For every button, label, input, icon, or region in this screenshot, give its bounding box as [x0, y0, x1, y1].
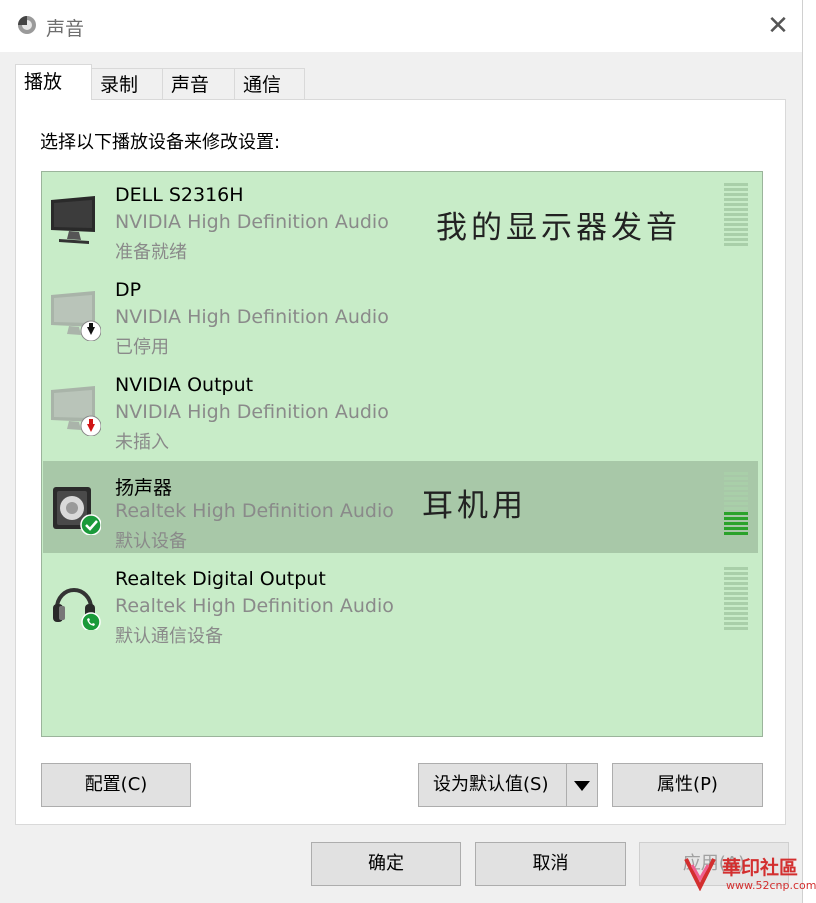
- device-item-dp[interactable]: DP NVIDIA High Definition Audio 已停用: [43, 267, 758, 359]
- set-default-label: 设为默认值(S): [433, 774, 549, 795]
- annotation-headphones: 耳机用: [422, 488, 527, 524]
- chevron-down-icon[interactable]: [566, 764, 597, 806]
- headphones-icon: [53, 588, 101, 630]
- device-status: 已停用: [115, 337, 169, 358]
- monitor-disabled-icon: [51, 291, 101, 341]
- device-name: 扬声器: [115, 477, 173, 499]
- device-name: Realtek Digital Output: [115, 568, 326, 590]
- device-status: 默认设备: [115, 531, 187, 552]
- tab-communications[interactable]: 通信: [234, 68, 305, 100]
- device-name: DP: [115, 279, 142, 301]
- volume-meter: [724, 567, 748, 633]
- annotation-monitor: 我的显示器发音: [436, 210, 681, 246]
- instruction-text: 选择以下播放设备来修改设置:: [40, 132, 281, 153]
- device-name: DELL S2316H: [115, 184, 244, 206]
- volume-meter: [724, 183, 748, 249]
- device-driver: NVIDIA High Definition Audio: [115, 306, 389, 328]
- monitor-icon: [51, 196, 95, 244]
- speaker-icon: [53, 487, 101, 535]
- tab-recording[interactable]: 录制: [91, 68, 163, 100]
- set-default-button[interactable]: 设为默认值(S): [418, 763, 598, 807]
- speaker-title-icon: [18, 16, 36, 34]
- device-driver: Realtek High Definition Audio: [115, 500, 394, 522]
- device-status: 默认通信设备: [115, 626, 223, 647]
- watermark-text: 華印社區: [722, 857, 799, 879]
- cancel-button[interactable]: 取消: [475, 842, 626, 886]
- watermark-logo-icon: [684, 858, 716, 891]
- device-status: 未插入: [115, 432, 169, 453]
- ok-button[interactable]: 确定: [311, 842, 461, 886]
- device-status: 准备就绪: [115, 242, 187, 263]
- device-item-speakers[interactable]: 扬声器 Realtek High Definition Audio 默认设备: [43, 461, 758, 553]
- device-list[interactable]: DELL S2316H NVIDIA High Definition Audio…: [41, 171, 763, 737]
- device-driver: NVIDIA High Definition Audio: [115, 401, 389, 423]
- device-name: NVIDIA Output: [115, 374, 254, 396]
- device-driver: NVIDIA High Definition Audio: [115, 211, 389, 233]
- playback-panel: 选择以下播放设备来修改设置: DELL S2316H NVIDIA High D…: [15, 99, 786, 825]
- device-item-nvidia-output[interactable]: NVIDIA Output NVIDIA High Definition Aud…: [43, 362, 758, 454]
- volume-meter: [724, 472, 748, 538]
- configure-button[interactable]: 配置(C): [41, 763, 191, 807]
- monitor-unplugged-icon: [51, 386, 101, 436]
- properties-button[interactable]: 属性(P): [612, 763, 763, 807]
- tab-playback[interactable]: 播放: [15, 64, 92, 100]
- close-button[interactable]: ✕: [758, 8, 798, 44]
- watermark: 華印社區 www.52cnp.com: [682, 851, 816, 899]
- window-title: 声音: [46, 18, 85, 40]
- tab-sounds[interactable]: 声音: [162, 68, 235, 100]
- device-driver: Realtek High Definition Audio: [115, 595, 394, 617]
- device-item-realtek-digital[interactable]: Realtek Digital Output Realtek High Defi…: [43, 556, 758, 648]
- sound-dialog: 声音 ✕ 播放 录制 声音 通信 选择以下播放设备来修改设置: DELL S23…: [0, 0, 803, 903]
- watermark-url: www.52cnp.com: [726, 879, 816, 892]
- title-bar: 声音 ✕: [0, 0, 802, 52]
